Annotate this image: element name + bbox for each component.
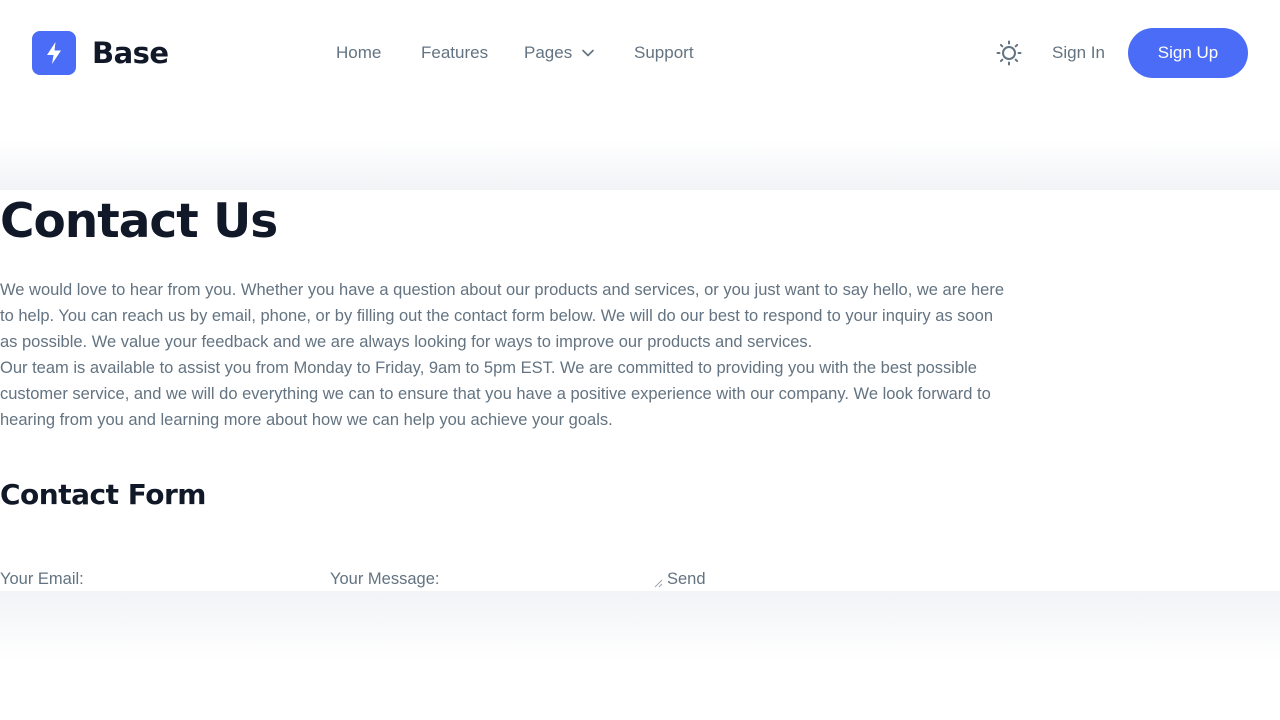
page-title: Contact Us xyxy=(0,194,278,249)
nav-pages-label: Pages xyxy=(524,43,573,62)
message-label: Your Message: xyxy=(330,570,440,588)
lightning-bolt-icon xyxy=(32,31,76,75)
intro-paragraph: We would love to hear from you. Whether … xyxy=(0,281,1004,351)
availability-paragraph: Our team is available to assist you from… xyxy=(0,359,991,429)
nav-link-home[interactable]: Home xyxy=(336,42,381,64)
chevron-down-icon xyxy=(582,49,595,57)
section-shadow-top xyxy=(0,140,1280,190)
brand-logo[interactable]: Base xyxy=(32,31,169,75)
contact-form-title: Contact Form xyxy=(0,478,206,511)
nav-link-features[interactable]: Features xyxy=(421,42,488,64)
email-label: Your Email: xyxy=(0,570,84,588)
sign-in-link[interactable]: Sign In xyxy=(1052,42,1105,64)
nav-dropdown-pages[interactable]: Pages xyxy=(524,42,595,64)
section-shadow-bottom xyxy=(0,591,1280,661)
sign-up-button[interactable]: Sign Up xyxy=(1128,28,1248,78)
sun-icon[interactable] xyxy=(995,39,1023,67)
nav-link-support[interactable]: Support xyxy=(634,42,694,64)
contact-form: Your Email: Your Message: Send xyxy=(0,568,1280,590)
resize-handle-icon[interactable] xyxy=(653,575,663,588)
email-field[interactable] xyxy=(88,568,318,590)
brand-name: Base xyxy=(92,36,169,70)
site-header: Base Home Features Pages Support Sign In… xyxy=(0,0,1280,106)
send-button[interactable]: Send xyxy=(667,568,706,590)
message-textarea[interactable] xyxy=(446,568,664,590)
